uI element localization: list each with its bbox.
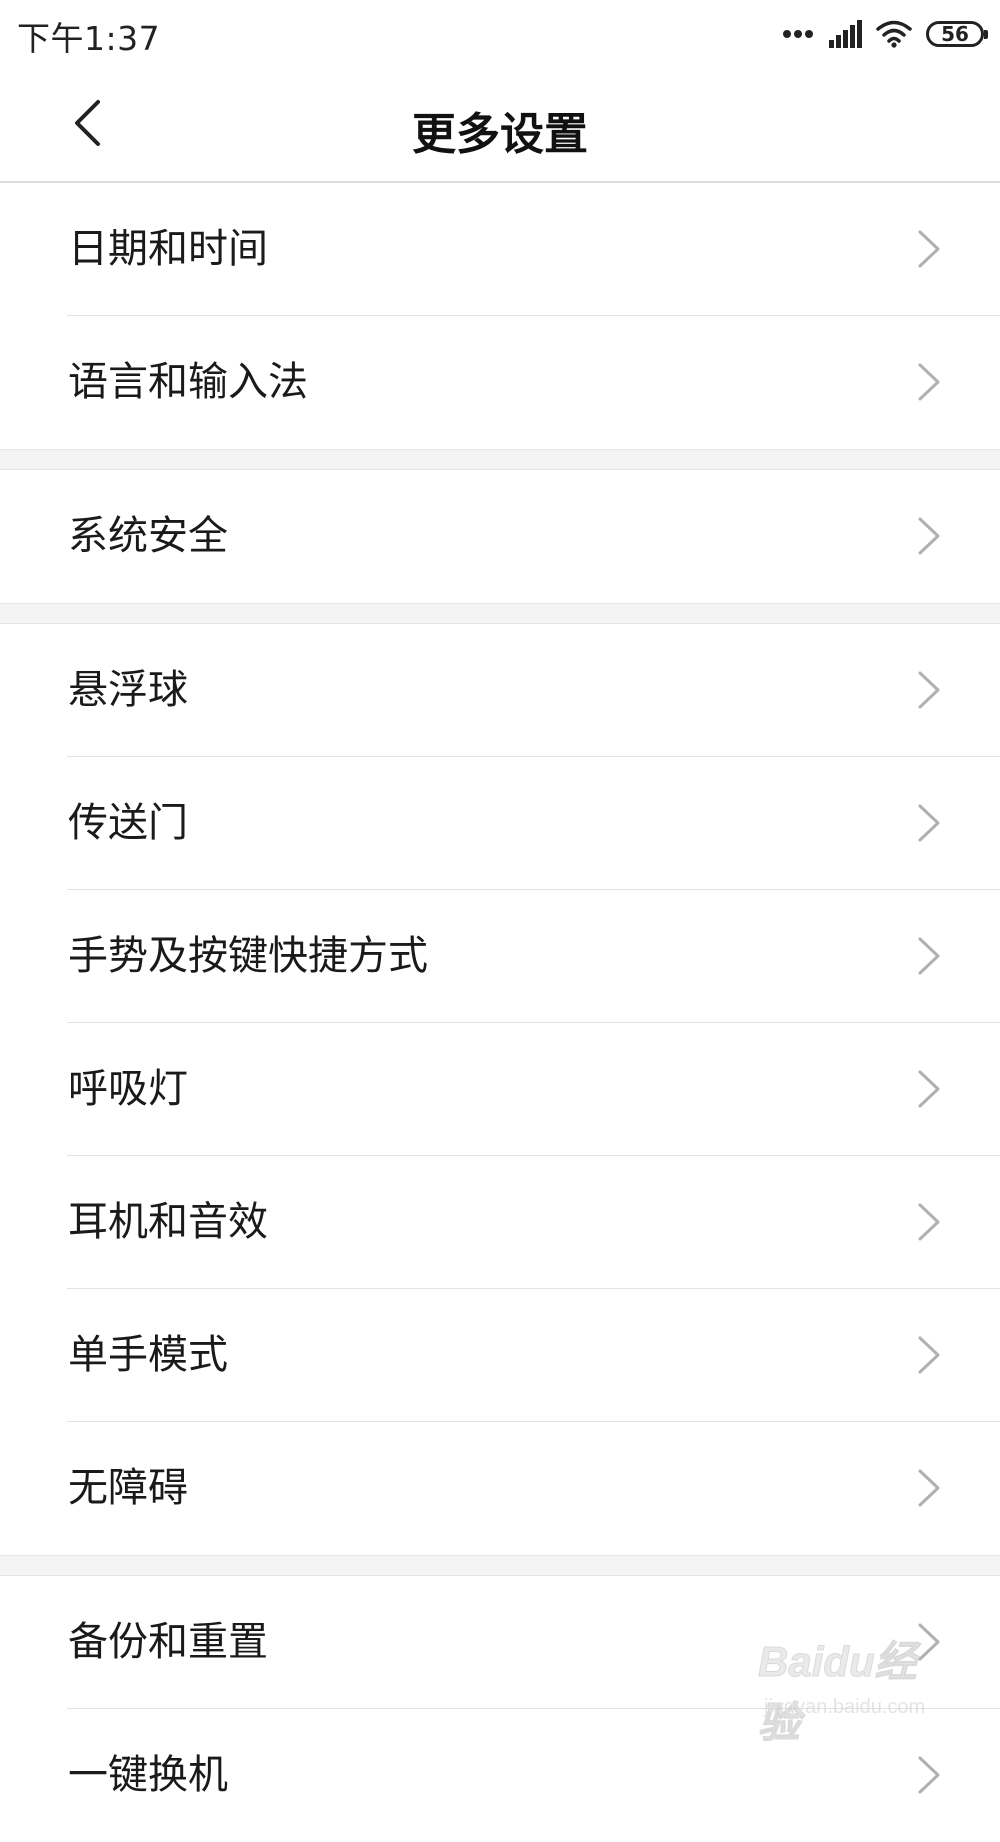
wifi-icon — [876, 20, 912, 48]
page-title: 更多设置 — [412, 109, 588, 160]
settings-item-gesture-shortcuts[interactable]: 手势及按键快捷方式 — [0, 890, 1000, 1023]
title-bar: 更多设置 — [0, 68, 1000, 183]
settings-item-backup-reset[interactable]: 备份和重置 — [0, 1576, 1000, 1709]
chevron-right-icon — [918, 1336, 940, 1374]
settings-item-label: 无障碍 — [68, 1465, 188, 1511]
settings-item-label: 一键换机 — [68, 1752, 228, 1798]
settings-item-language-input[interactable]: 语言和输入法 — [0, 316, 1000, 449]
cellular-signal-icon — [828, 20, 862, 48]
chevron-right-icon — [918, 230, 940, 268]
settings-item-label: 语言和输入法 — [68, 359, 308, 405]
chevron-right-icon — [918, 363, 940, 401]
battery-level: 56 — [941, 22, 969, 46]
chevron-right-icon — [918, 1623, 940, 1661]
chevron-right-icon — [918, 1070, 940, 1108]
settings-item-label: 备份和重置 — [68, 1619, 268, 1665]
settings-group-2: 系统安全 — [0, 470, 1000, 603]
chevron-right-icon — [918, 804, 940, 842]
group-separator — [0, 449, 1000, 470]
settings-item-phone-migration[interactable]: 一键换机 — [0, 1709, 1000, 1842]
settings-item-one-handed-mode[interactable]: 单手模式 — [0, 1289, 1000, 1422]
settings-item-label: 耳机和音效 — [68, 1199, 268, 1245]
battery-icon: 56 — [926, 21, 988, 47]
settings-group-4: 备份和重置 一键换机 — [0, 1576, 1000, 1842]
group-separator — [0, 603, 1000, 624]
settings-item-breathing-light[interactable]: 呼吸灯 — [0, 1023, 1000, 1156]
settings-list: 日期和时间 语言和输入法 系统安全 悬浮球 传送门 手势及按键快捷方式 呼吸灯 … — [0, 183, 1000, 1842]
settings-group-3: 悬浮球 传送门 手势及按键快捷方式 呼吸灯 耳机和音效 单手模式 无障碍 — [0, 624, 1000, 1555]
settings-item-label: 手势及按键快捷方式 — [68, 933, 428, 979]
status-time: 下午1:37 — [17, 19, 161, 58]
settings-item-label: 传送门 — [68, 800, 188, 846]
settings-item-portal[interactable]: 传送门 — [0, 757, 1000, 890]
chevron-right-icon — [918, 517, 940, 555]
settings-item-label: 呼吸灯 — [68, 1066, 188, 1112]
status-bar: 下午1:37 56 — [0, 0, 1000, 68]
settings-item-label: 系统安全 — [68, 513, 228, 559]
group-separator — [0, 1555, 1000, 1576]
settings-group-1: 日期和时间 语言和输入法 — [0, 183, 1000, 449]
settings-item-date-time[interactable]: 日期和时间 — [0, 183, 1000, 316]
settings-item-label: 日期和时间 — [68, 226, 268, 272]
chevron-right-icon — [918, 1203, 940, 1241]
settings-item-system-security[interactable]: 系统安全 — [0, 470, 1000, 603]
settings-item-label: 单手模式 — [68, 1332, 228, 1378]
settings-item-floating-ball[interactable]: 悬浮球 — [0, 624, 1000, 757]
settings-item-headphones-audio[interactable]: 耳机和音效 — [0, 1156, 1000, 1289]
status-icons: 56 — [782, 16, 988, 52]
chevron-right-icon — [918, 1469, 940, 1507]
settings-item-accessibility[interactable]: 无障碍 — [0, 1422, 1000, 1555]
chevron-right-icon — [918, 671, 940, 709]
settings-item-label: 悬浮球 — [68, 667, 188, 713]
chevron-right-icon — [918, 937, 940, 975]
more-dots-icon — [782, 29, 814, 39]
chevron-right-icon — [918, 1756, 940, 1794]
